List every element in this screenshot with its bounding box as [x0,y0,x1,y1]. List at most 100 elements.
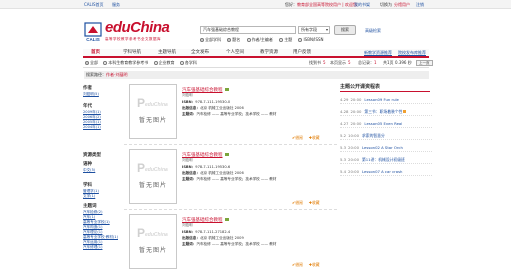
book-result: PeduChina 暂无图片 汽车强基础综合教程 刘蕴明 ISBN：978-7-… [124,84,336,151]
bookshelf-link[interactable]: 我的书架 [354,2,370,7]
filter-undergrad-radio[interactable]: 本科生教育教学参考书 [103,59,148,67]
search-button[interactable]: 搜索 [334,25,356,35]
no-image-label: 暂无图片 [138,117,167,124]
result-divider [124,144,337,145]
scope-isbn-radio[interactable]: ISBN/ISSN [298,37,324,43]
book-subjects: 主题词：汽车检修 —— 高等专业学校；技术学校 —— 教材 [182,177,277,181]
svg-text:CALIS: CALIS [86,37,100,42]
no-image-label: 暂无图片 [138,182,167,189]
borrow-button[interactable]: ✔借阅 [292,262,306,267]
schedule-row[interactable]: 4.27 20:00 Lesson05 Even Real [340,119,432,128]
book-actions: ✔借阅 ✚收藏 [292,262,326,268]
scope-title-radio[interactable]: 题名 [227,37,240,43]
scope-author-radio[interactable]: 作者/主编者 [246,37,273,43]
course-schedule-panel: 主题公开课资程表 4.29 20:00 Lesson09 Fun rule 4.28… [340,83,432,191]
radio-icon [279,38,284,42]
schedule-row[interactable]: 4.29 20:00 Lesson09 Fun rule [340,95,432,104]
radio-icon [246,38,251,42]
borrow-button[interactable]: ✔借阅 [292,200,306,205]
schedule-row[interactable]: 5.4 20:00 Lesson07 A car crash [340,167,432,176]
nav-fulltext[interactable]: 全文发布 [191,50,209,56]
book-isbn: ISBN：978-7-111-27182-4 [182,230,231,234]
radio-icon [200,38,204,42]
schedule-row[interactable]: 5.2 10:00 求索的智慧分 [340,131,432,140]
search-time: 0.396 秒 [395,60,412,65]
greeting-label: 您好： [285,2,297,7]
educhina-watermark-icon: PeduChina [137,226,168,240]
facet-head-language: 语种 [83,162,92,167]
filter-enterprise-radio[interactable]: 企业教育 [153,59,175,67]
schedule-title: 主题公开课资程表 [340,84,381,90]
facet-item[interactable]: 文学(1) [83,194,95,199]
book-subjects: 主题词：汽车检修 —— 高等专业学校；技术学校 —— 教材 [182,242,277,246]
search-scope-options: 全部学科 题名 作者/主编者 主题 ISBN/ISSN [200,37,329,43]
breadcrumb-path[interactable]: 作者-刘蕴明 [106,72,127,77]
prev-page-button[interactable]: 上一页 [416,60,433,66]
book-cover-placeholder[interactable]: PeduChina 暂无图片 [129,214,177,269]
radio-icon [85,61,89,65]
book-result: PeduChina 暂无图片 汽车强基础综合教程 刘蕴明 ISBN：978-7-… [124,214,336,278]
book-publisher: 出版信息：北京 机械工业出版社 2006 [182,171,244,175]
book-author: 刘蕴明 [182,158,193,162]
facet-item[interactable]: 2004年(1) [83,125,101,130]
scope-subject-radio[interactable]: 主题 [279,37,292,43]
radio-icon [298,38,303,42]
user-label: 教育部全国高等院校用户 | 欢迎您 [297,2,357,7]
calis-home-link[interactable]: CALIS首页 [84,2,103,7]
search-input[interactable]: 汽车强基础综合教程 [200,26,296,34]
facet-item[interactable]: 中文(5) [83,168,95,173]
search-field-select[interactable]: 所有字段 [298,26,330,34]
nav-personal[interactable]: 个人空间 [226,50,244,56]
collect-button[interactable]: ✚收藏 [309,200,323,205]
facet-sidebar: 作者 刘蕴明(5) 年代 2009年(1) 2006年(2) 2005年(1) … [83,81,118,251]
found-count: 5 [323,60,326,65]
nav-topic[interactable]: 主题导航 [158,50,176,56]
book-cover-placeholder[interactable]: PeduChina 暂无图片 [129,149,177,204]
schedule-row[interactable]: 4.28 20:00 第三节：职场着装个性 [340,107,432,116]
radio-icon [227,38,232,42]
book-cover-placeholder[interactable]: PeduChina 暂无图片 [129,84,177,139]
facet-item[interactable]: 刘蕴明(5) [83,92,99,97]
book-result: PeduChina 暂无图片 汽车强基础综合教程 刘蕴明 ISBN：978-7-… [124,149,336,216]
collect-button[interactable]: ✚收藏 [309,135,323,140]
total-pages: 共1页 [383,60,394,65]
nav-resources[interactable]: 教学资源 [260,50,278,56]
pages-label: 总记录： [358,60,374,65]
collect-button[interactable]: ✚收藏 [309,262,323,267]
breadcrumb: 搜索路径：作者-刘蕴明 [84,71,429,79]
calis-logo-icon: CALIS [84,22,102,42]
book-actions: ✔借阅 ✚收藏 [292,135,326,141]
facet-head-year: 年代 [83,104,92,109]
switch-label: 切换为 [380,2,392,7]
book-publisher: 出版信息：北京 机械工业出版社 2009 [182,236,244,240]
no-image-label: 暂无图片 [138,247,167,254]
book-actions: ✔借阅 ✚收藏 [292,200,326,206]
book-subjects: 主题词：汽车检修 —— 高等专业学校；技术学校 —— 教材 [182,112,277,116]
ebook-icon [224,218,229,221]
per-page-count: 5 [348,60,351,65]
facet-item[interactable]: 汽车修理(1) [83,245,102,250]
advanced-search-link[interactable]: 高级检索 [365,28,381,34]
radio-icon [153,61,158,65]
radio-icon [179,61,184,65]
switch-branch-link[interactable]: 分馆用户 [394,2,410,7]
new-resources-link[interactable]: 新教学资源推荐 [364,50,392,56]
schedule-row[interactable]: 5.3 20:00 第11讲：机械设计初级班 [340,155,432,164]
breadcrumb-prefix: 搜索路径： [86,72,106,77]
filter-row: 全部 本科生教育教学参考书 企业教育 各学科 找到书 5 本页显示 5 总记录：… [83,59,433,68]
scope-all-subjects-radio[interactable]: 全部学科 [200,37,221,43]
schedule-row[interactable]: 5.3 20:00 Lesson02 A Star Orch [340,143,432,152]
site-logo[interactable]: CALIS eduChina 高等学校教学参考书全文数据库 [83,20,170,44]
logout-link[interactable]: 注销 [416,2,424,7]
nav-subject[interactable]: 学科导航 [123,50,141,56]
per-page-label: 本页显示 [330,60,346,65]
nav-feedback[interactable]: 用户反馈 [293,50,311,56]
filter-all-radio[interactable]: 全部 [85,59,98,67]
school-library-link[interactable]: 院校发布库推荐 [398,50,426,56]
filter-discipline-radio[interactable]: 各学科 [179,59,197,67]
services-link[interactable]: 服务 [112,2,120,7]
nav-home[interactable]: 首页 [91,50,100,56]
brand-subtitle: 高等学校教学参考书全文数据库 [105,37,161,41]
educhina-watermark-icon: PeduChina [137,161,168,175]
borrow-button[interactable]: ✔借阅 [292,135,306,140]
